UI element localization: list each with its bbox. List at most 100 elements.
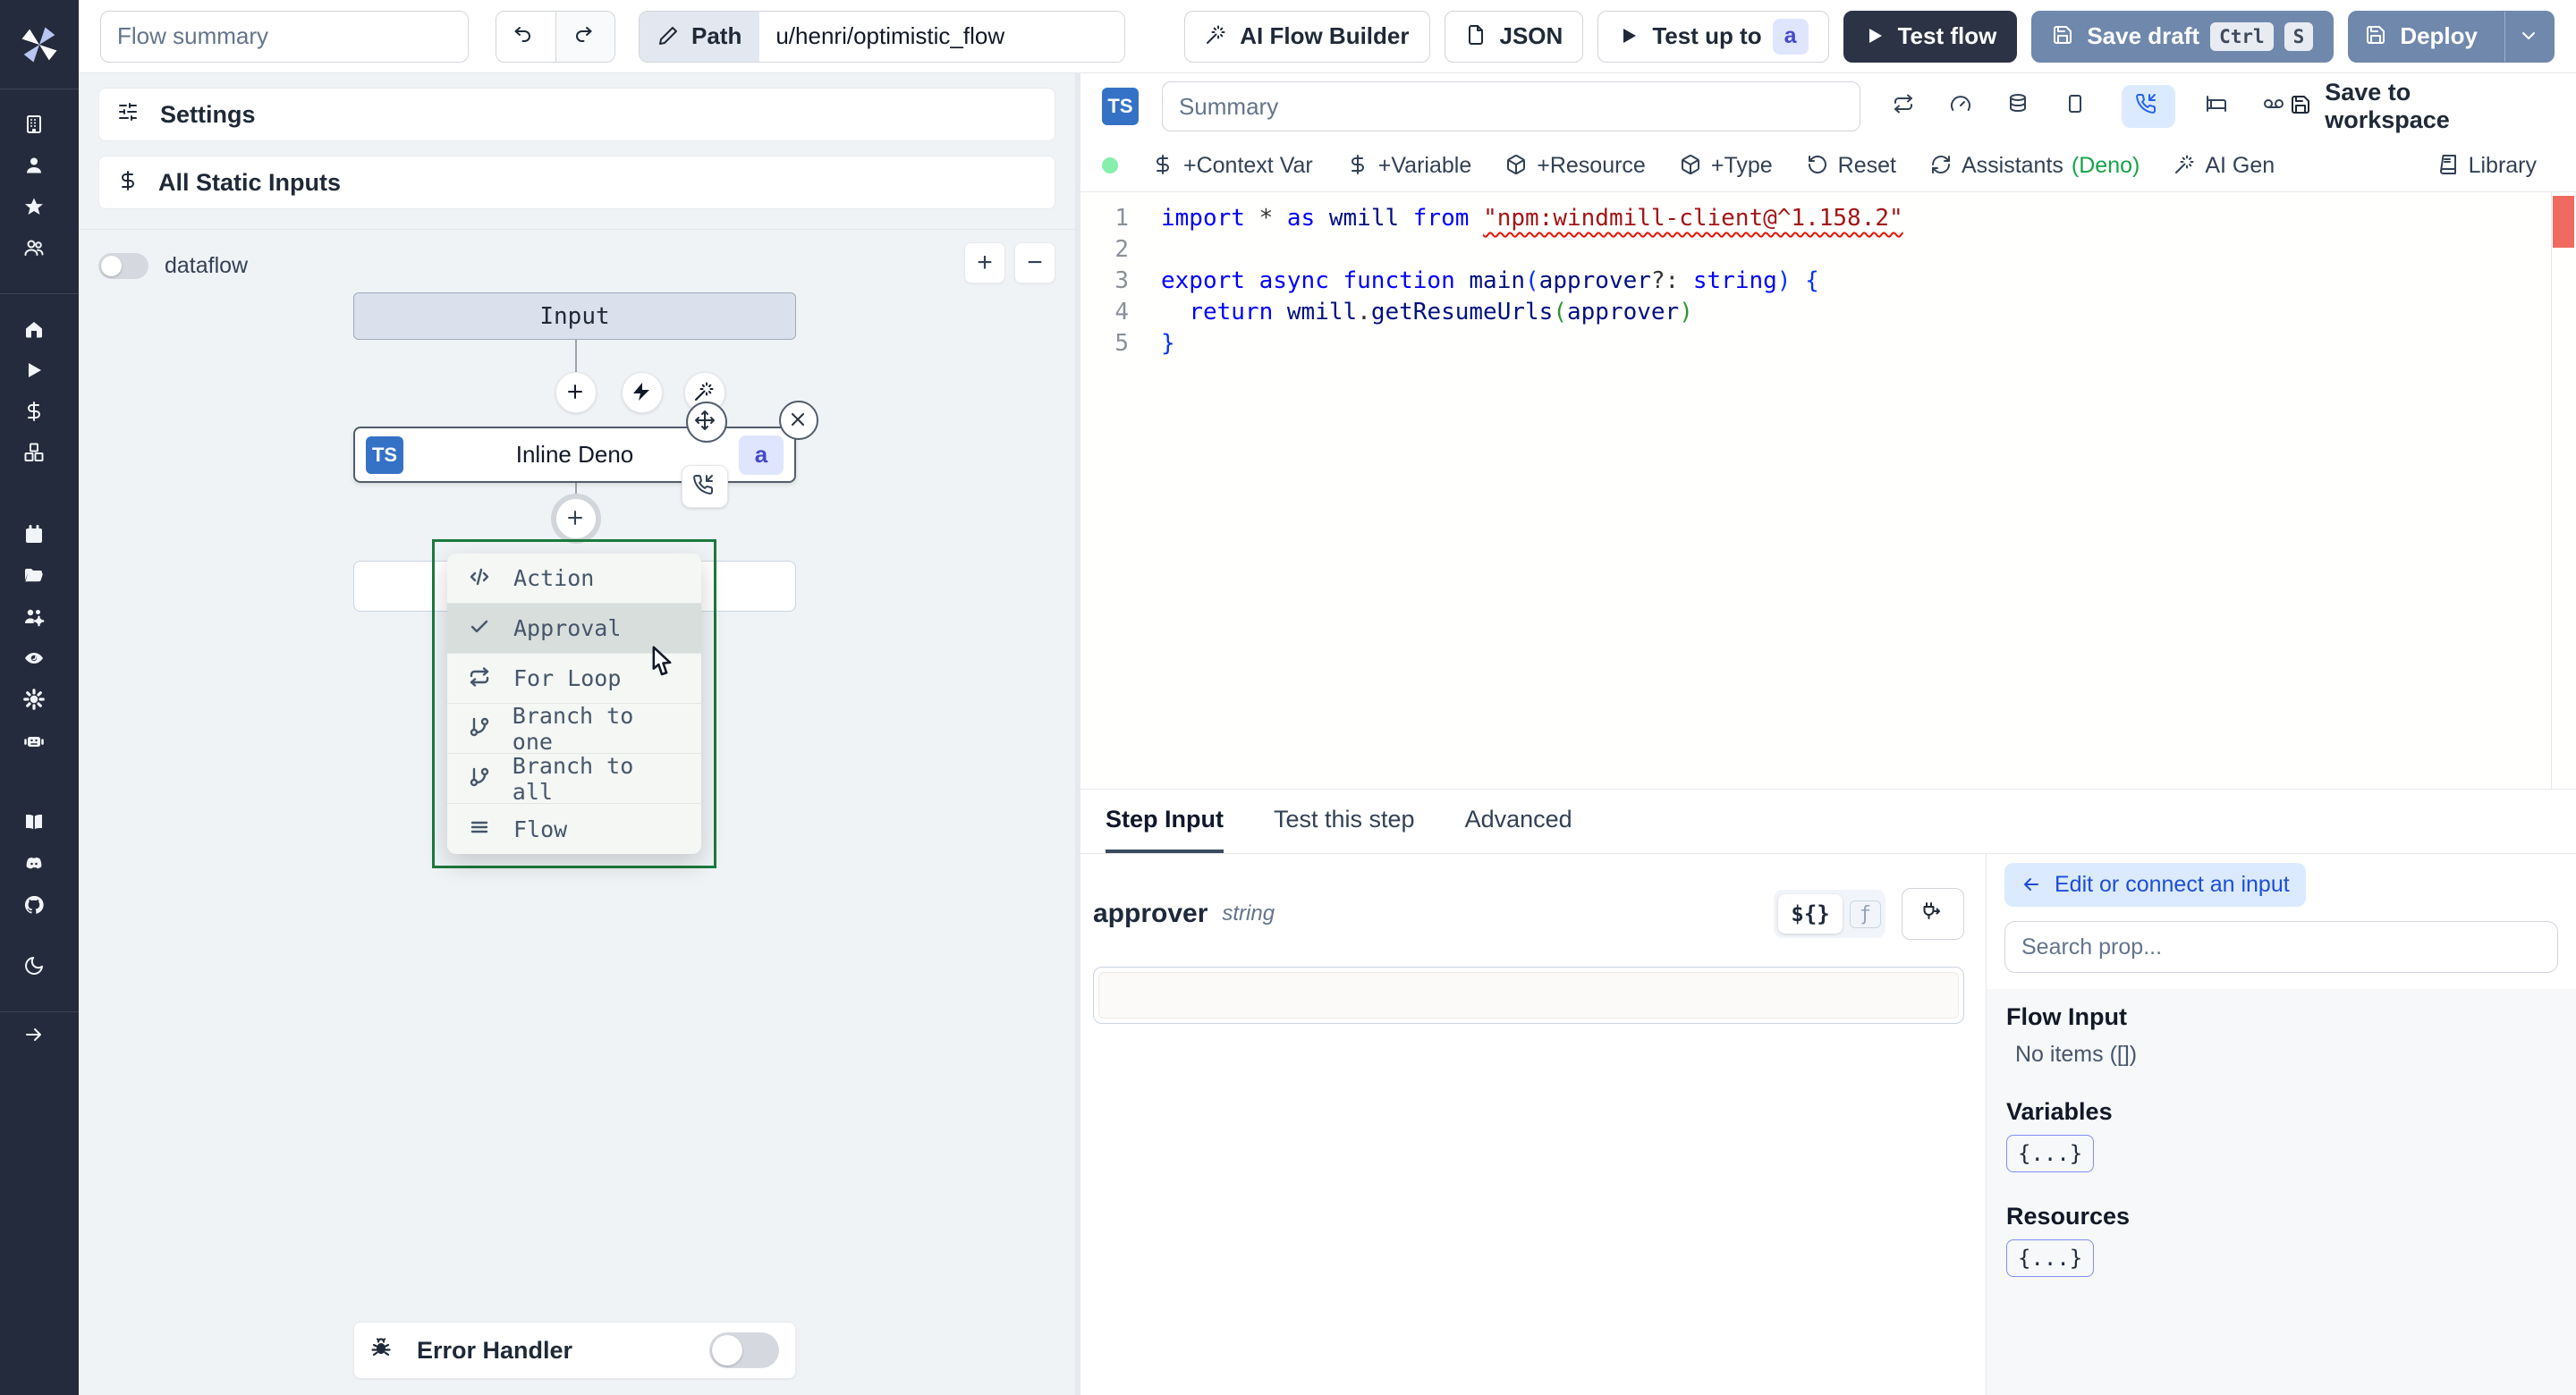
json-button[interactable]: JSON [1444, 10, 1584, 63]
path-input[interactable] [759, 11, 1125, 62]
step-summary-input[interactable] [1161, 81, 1860, 131]
user-icon [27, 157, 41, 173]
all-static-inputs-button[interactable]: All Static Inputs [98, 156, 1055, 209]
delete-step-button[interactable] [779, 401, 818, 440]
code-editor[interactable]: 1 import * as wmill from "npm:windmill-cl… [1080, 191, 2576, 789]
zoom-out-button[interactable]: − [1014, 242, 1055, 283]
step-node-inline-deno[interactable]: TS Inline Deno a [353, 427, 796, 483]
menu-item-branch-to-all[interactable]: Branch to all [447, 753, 701, 805]
flow-input-node[interactable]: Input [353, 292, 796, 340]
search-prop-input[interactable] [2004, 921, 2558, 973]
variables-object-chip[interactable]: {...} [2006, 1135, 2095, 1172]
sidebar-item-users[interactable] [0, 232, 79, 274]
repeat-icon [1894, 94, 1912, 114]
menu-item-label: Flow [513, 816, 568, 842]
edit-or-connect-button[interactable]: Edit or connect an input [2004, 863, 2306, 907]
sidebar-item-audit-logs[interactable] [0, 643, 79, 684]
sidebar-item-workspace[interactable] [0, 109, 79, 150]
tab-step-input[interactable]: Step Input [1106, 790, 1224, 853]
code-lines: 1 import * as wmill from "npm:windmill-cl… [1080, 192, 2576, 359]
sidebar-item-dark-mode[interactable] [0, 951, 79, 992]
menu-item-branch-to-one[interactable]: Branch to one [447, 702, 701, 755]
add-variable-label: +Variable [1377, 152, 1472, 178]
add-type-label: +Type [1710, 152, 1773, 178]
sidebar-item-favorites[interactable] [0, 191, 79, 232]
sidebar-item-resources[interactable] [0, 437, 79, 478]
deploy-more-button[interactable] [2504, 11, 2554, 62]
trigger-button[interactable] [622, 372, 663, 413]
sidebar-item-home[interactable] [0, 314, 79, 355]
menu-item-approval[interactable]: Approval [447, 604, 701, 654]
flow-settings-button[interactable]: Settings [98, 88, 1055, 141]
mock-button[interactable] [2263, 93, 2290, 120]
add-resource-button[interactable]: +Resource [1505, 153, 1646, 179]
sidebar-expand-button[interactable] [0, 1019, 79, 1061]
git-branch-icon [470, 717, 489, 736]
menu-item-for-loop[interactable]: For Loop [447, 654, 701, 704]
move-step-handle[interactable] [686, 402, 727, 443]
sidebar-item-folders[interactable] [0, 561, 79, 602]
sidebar-item-workers[interactable] [0, 725, 79, 766]
building-icon [27, 115, 41, 133]
error-handler-label: Error Handler [417, 1336, 573, 1364]
menu-item-label: Branch to one [512, 702, 634, 755]
add-type-button[interactable]: +Type [1680, 153, 1773, 179]
concurrency-button[interactable] [2064, 93, 2091, 120]
tab-advanced[interactable]: Advanced [1465, 790, 1572, 853]
sidebar-item-github[interactable] [0, 890, 79, 931]
insert-step-button[interactable] [551, 494, 601, 544]
menu-item-action[interactable]: Action [447, 554, 701, 604]
sidebar-item-runs[interactable] [0, 355, 79, 396]
deploy-split-button: Deploy [2348, 10, 2555, 63]
error-handler-toggle[interactable] [709, 1332, 779, 1368]
early-stop-button[interactable] [1950, 93, 1977, 120]
prop-value-input[interactable] [1093, 967, 1964, 1024]
zoom-in-button[interactable]: + [964, 242, 1005, 283]
suspend-approval-badge [682, 465, 728, 508]
reset-button[interactable]: Reset [1807, 153, 1896, 179]
fn-mode-button[interactable]: ƒ [1849, 900, 1881, 928]
sleep-button[interactable] [2206, 93, 2233, 120]
sidebar-item-docs[interactable] [0, 807, 79, 849]
ai-flow-builder-button[interactable]: AI Flow Builder [1184, 10, 1430, 63]
undo-button[interactable] [496, 11, 555, 62]
sidebar-item-variables[interactable] [0, 396, 79, 437]
expr-mode-button[interactable]: ${} [1778, 894, 1843, 934]
dollar-sign-icon [1351, 155, 1364, 174]
cache-button[interactable] [2007, 93, 2034, 120]
assistants-button[interactable]: Assistants (Deno) [1930, 153, 2140, 179]
panel-resizer[interactable] [1075, 73, 1080, 1395]
add-context-var-button[interactable]: +Context Var [1152, 153, 1313, 179]
windmill-logo-icon [21, 27, 57, 62]
connect-input-button[interactable] [1902, 888, 1964, 940]
deploy-button[interactable]: Deploy [2349, 12, 2494, 62]
test-flow-button[interactable]: Test flow [1843, 10, 2018, 63]
step-input-props: approver string ${} ƒ [1080, 854, 1986, 1395]
retry-settings-button[interactable] [1893, 93, 1919, 120]
redo-button[interactable] [555, 11, 614, 62]
redo-icon [575, 26, 591, 42]
save-to-workspace-button[interactable]: Save to workspace [2290, 79, 2537, 134]
test-up-to-button[interactable]: Test up to a [1597, 10, 1829, 63]
resources-object-chip[interactable]: {...} [2006, 1239, 2095, 1277]
windmill-logo[interactable] [0, 0, 79, 89]
test-flow-label: Test flow [1897, 22, 1997, 49]
boxes-icon [24, 443, 44, 461]
sidebar-item-groups[interactable] [0, 602, 79, 643]
dataflow-toggle[interactable] [98, 252, 148, 279]
flow-summary-input[interactable] [100, 10, 469, 63]
library-button[interactable]: Library [2437, 153, 2537, 179]
menu-item-flow[interactable]: Flow [447, 804, 701, 854]
save-draft-button[interactable]: Save draft Ctrl S [2031, 10, 2334, 63]
add-step-button[interactable] [555, 372, 597, 413]
ai-gen-button[interactable]: AI Gen [2174, 153, 2275, 179]
add-variable-button[interactable]: +Variable [1347, 153, 1471, 179]
sidebar-item-settings[interactable] [0, 684, 79, 725]
sidebar-item-user[interactable] [0, 150, 79, 191]
dollar-sign-icon [1157, 155, 1169, 174]
sidebar-item-discord[interactable] [0, 849, 79, 890]
path-edit-button[interactable]: Path [640, 11, 760, 62]
suspend-approval-button[interactable] [2121, 85, 2175, 128]
sidebar-item-schedules[interactable] [0, 520, 79, 561]
tab-test-this-step[interactable]: Test this step [1274, 790, 1415, 853]
